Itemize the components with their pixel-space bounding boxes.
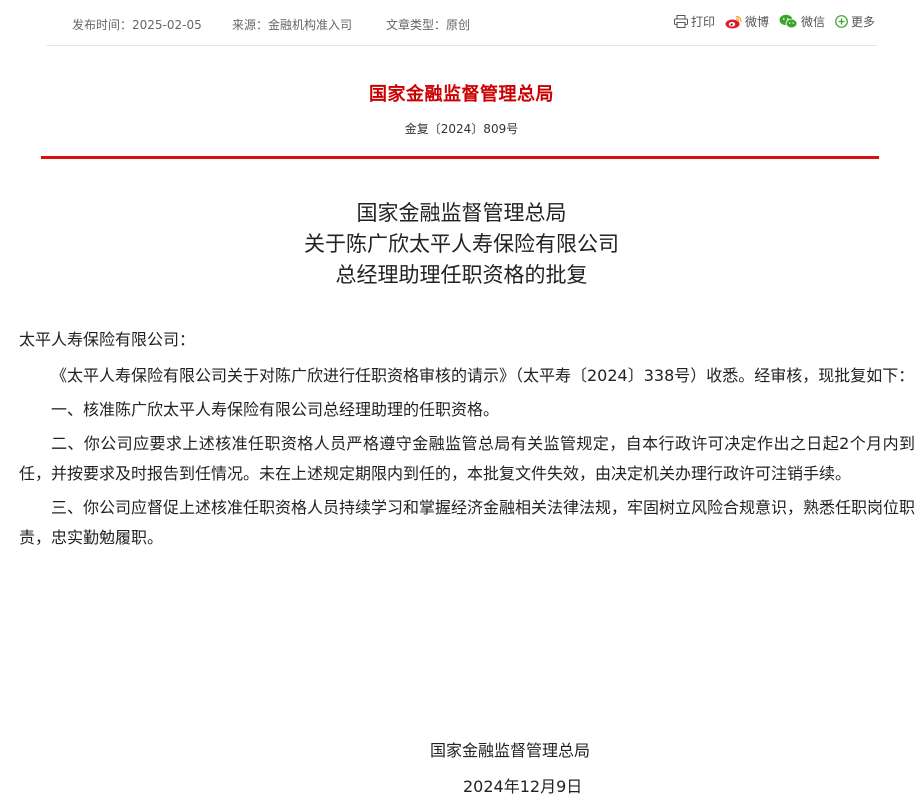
article-source: 来源：金融机构准入司 [232,18,353,32]
document-title: 国家金融监督管理总局 关于陈广欣太平人寿保险有限公司 总经理助理任职资格的批复 [0,198,923,291]
weibo-share-button[interactable]: 微博 [725,13,769,30]
article-type: 文章类型：原创 [386,18,471,32]
weibo-label: 微博 [744,15,769,29]
document-body: 太平人寿保险有限公司： 《太平人寿保险有限公司关于对陈广欣进行任职资格审核的请示… [19,325,915,557]
printer-icon [673,15,688,28]
share-toolbar: 打印 微博 微信 更多 [673,13,875,30]
article-meta-bar: 发布时间：2025-02-05 来源：金融机构准入司 文章类型：原创 打印 微博 [0,0,923,46]
wechat-icon [779,14,798,29]
signature-date: 2024年12月9日 [463,777,583,796]
paragraph: 一、核准陈广欣太平人寿保险有限公司总经理助理的任职资格。 [51,400,500,419]
title-line-3: 总经理助理任职资格的批复 [335,263,588,287]
signature-org: 国家金融监督管理总局 [430,741,591,760]
wechat-share-button[interactable]: 微信 [779,13,825,30]
red-header-rule [41,156,879,159]
meta-divider [46,45,877,46]
wechat-label: 微信 [800,15,825,29]
paragraph: 《太平人寿保险有限公司关于对陈广欣进行任职资格审核的请示》（太平寿〔2024〕3… [51,366,915,385]
weibo-icon [725,15,742,28]
print-button[interactable]: 打印 [673,13,715,30]
paragraph: 三、你公司应督促上述核准任职资格人员持续学习和掌握经济金融相关法律法规，牢固树立… [19,498,916,547]
more-label: 更多 [850,15,875,29]
plus-circle-icon [835,15,848,28]
title-line-2: 关于陈广欣太平人寿保险有限公司 [304,232,619,256]
title-line-1: 国家金融监督管理总局 [356,201,567,225]
publish-date: 发布时间：2025-02-05 [72,18,202,32]
document-number: 金复〔2024〕809号 [404,122,519,136]
more-share-button[interactable]: 更多 [835,13,875,30]
paragraph: 二、你公司应要求上述核准任职资格人员严格遵守金融监管总局有关监管规定，自本行政许… [19,434,915,483]
issuing-agency: 国家金融监督管理总局 [369,84,554,105]
print-label: 打印 [690,15,715,29]
salutation: 太平人寿保险有限公司： [19,330,196,349]
